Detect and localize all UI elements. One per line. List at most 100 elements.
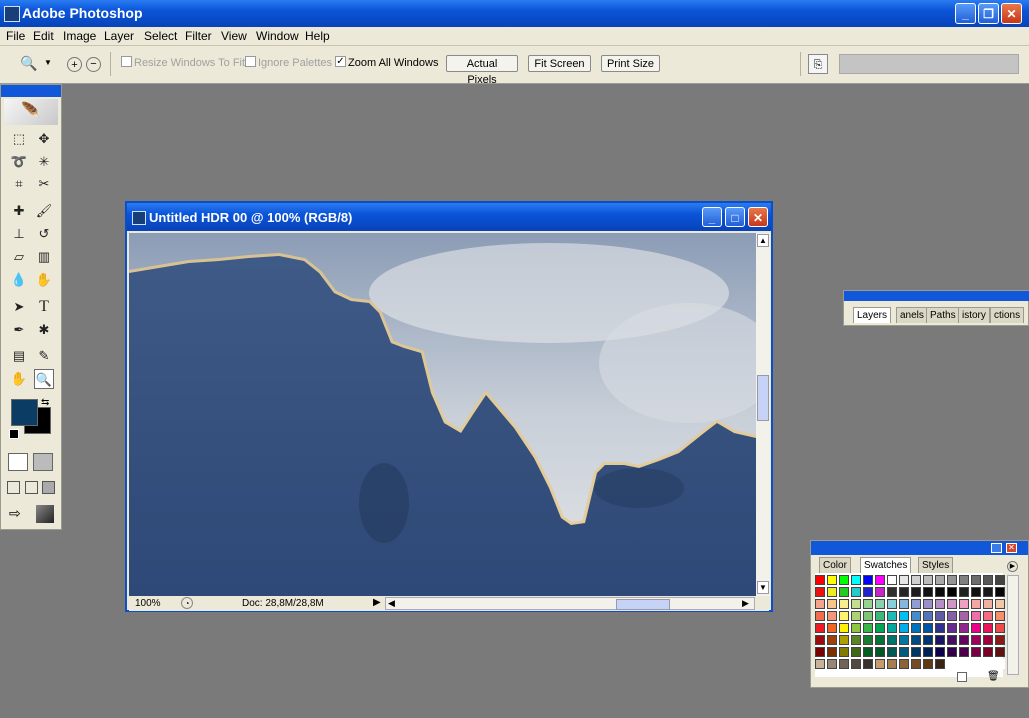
color-swatch[interactable] — [971, 599, 981, 609]
vertical-scroll-thumb[interactable] — [757, 375, 769, 421]
minimize-button[interactable]: _ — [955, 3, 976, 24]
color-swatch[interactable] — [863, 635, 873, 645]
color-swatch[interactable] — [971, 611, 981, 621]
color-swatch[interactable] — [971, 647, 981, 657]
menu-filter[interactable]: Filter — [185, 29, 212, 43]
swap-colors-icon[interactable]: ⇆ — [41, 397, 49, 408]
feather-logo-icon[interactable]: 🪶 — [4, 99, 58, 125]
menu-window[interactable]: Window — [256, 29, 299, 43]
chevron-down-icon[interactable]: ▼ — [44, 58, 52, 67]
color-swatch[interactable] — [827, 587, 837, 597]
blur-tool-icon[interactable]: 💧 — [9, 270, 29, 290]
menu-select[interactable]: Select — [144, 29, 177, 43]
file-browser-icon[interactable]: ⎘ — [808, 54, 828, 74]
color-swatch[interactable] — [935, 647, 945, 657]
zoom-tool-preset-icon[interactable]: 🔍 — [20, 55, 37, 72]
color-swatch[interactable] — [839, 575, 849, 585]
color-swatch[interactable] — [851, 659, 861, 669]
color-swatch[interactable] — [851, 611, 861, 621]
scroll-down-icon[interactable]: ▼ — [757, 581, 769, 594]
layers-palette-title-bar[interactable] — [844, 291, 1029, 301]
color-swatch[interactable] — [983, 599, 993, 609]
color-swatch[interactable] — [899, 623, 909, 633]
magic-wand-tool-icon[interactable]: ✳ — [34, 152, 54, 172]
color-swatch[interactable] — [887, 623, 897, 633]
default-colors-icon[interactable] — [9, 429, 19, 439]
marquee-tool-icon[interactable]: ⬚ — [9, 129, 29, 149]
color-swatch[interactable] — [995, 587, 1005, 597]
quick-mask-mode-icon[interactable] — [33, 453, 53, 471]
move-tool-icon[interactable]: ✥ — [34, 129, 54, 149]
color-swatch[interactable] — [923, 635, 933, 645]
color-swatch[interactable] — [947, 575, 957, 585]
custom-shape-tool-icon[interactable]: ✱ — [34, 320, 54, 340]
menu-image[interactable]: Image — [63, 29, 96, 43]
jump-to-imageready-icon[interactable]: ⇨ — [9, 505, 21, 522]
color-swatch[interactable] — [827, 575, 837, 585]
ignore-palettes-checkbox[interactable] — [245, 56, 256, 67]
color-swatch[interactable] — [911, 623, 921, 633]
color-swatch[interactable] — [923, 599, 933, 609]
color-swatch[interactable] — [875, 611, 885, 621]
tab-styles[interactable]: Styles — [918, 557, 954, 573]
color-swatch[interactable] — [971, 587, 981, 597]
color-swatch[interactable] — [983, 659, 993, 669]
color-swatch[interactable] — [875, 587, 885, 597]
color-swatch[interactable] — [995, 599, 1005, 609]
color-swatch[interactable] — [947, 587, 957, 597]
color-swatch[interactable] — [935, 599, 945, 609]
color-swatch[interactable] — [947, 647, 957, 657]
menu-layer[interactable]: Layer — [104, 29, 134, 43]
color-swatch[interactable] — [923, 587, 933, 597]
slice-tool-icon[interactable]: ✂ — [34, 174, 54, 194]
color-swatch[interactable] — [863, 599, 873, 609]
horizontal-scrollbar[interactable]: ◀ ▶ — [385, 597, 755, 610]
color-swatch[interactable] — [815, 587, 825, 597]
swatches-palette-title-bar[interactable]: ✕ — [811, 541, 1028, 555]
color-swatch[interactable] — [863, 611, 873, 621]
color-swatch[interactable] — [911, 611, 921, 621]
color-swatch[interactable] — [827, 611, 837, 621]
color-swatch[interactable] — [923, 575, 933, 585]
color-swatch[interactable] — [815, 647, 825, 657]
color-swatch[interactable] — [971, 659, 981, 669]
color-swatch[interactable] — [995, 611, 1005, 621]
color-swatch[interactable] — [971, 575, 981, 585]
eyedropper-tool-icon[interactable]: ✎ — [34, 346, 54, 366]
color-swatch[interactable] — [875, 575, 885, 585]
tab-channels[interactable]: anels — [896, 307, 928, 323]
color-swatch[interactable] — [839, 623, 849, 633]
color-swatch[interactable] — [959, 599, 969, 609]
brush-tool-icon[interactable]: 🖌 — [34, 201, 54, 221]
color-swatch[interactable] — [827, 623, 837, 633]
color-swatch[interactable] — [851, 587, 861, 597]
full-screen-menu-mode-icon[interactable] — [25, 481, 38, 494]
color-swatch[interactable] — [935, 659, 945, 669]
color-swatch[interactable] — [815, 635, 825, 645]
color-swatch[interactable] — [887, 635, 897, 645]
color-swatch[interactable] — [887, 647, 897, 657]
color-swatch[interactable] — [959, 611, 969, 621]
swatches-scrollbar[interactable] — [1007, 575, 1019, 675]
scroll-up-icon[interactable]: ▲ — [757, 234, 769, 247]
clone-stamp-tool-icon[interactable]: ⊥ — [9, 224, 29, 244]
menu-help[interactable]: Help — [305, 29, 330, 43]
tab-paths[interactable]: Paths — [926, 307, 960, 323]
color-swatch[interactable] — [983, 647, 993, 657]
tab-color[interactable]: Color — [819, 557, 851, 573]
palette-well[interactable] — [839, 54, 1019, 74]
color-swatch[interactable] — [899, 587, 909, 597]
tab-swatches[interactable]: Swatches — [860, 557, 912, 573]
vertical-scrollbar[interactable]: ▲ ▼ — [756, 233, 770, 596]
close-button[interactable]: ✕ — [1001, 3, 1022, 24]
color-swatch[interactable] — [887, 587, 897, 597]
color-swatch[interactable] — [971, 623, 981, 633]
standard-mode-icon[interactable] — [8, 453, 28, 471]
color-swatch[interactable] — [875, 599, 885, 609]
swatch-grid[interactable] — [815, 573, 1005, 677]
color-swatch[interactable] — [899, 575, 909, 585]
color-swatch[interactable] — [911, 647, 921, 657]
color-swatch[interactable] — [875, 635, 885, 645]
palette-menu-icon[interactable]: ▶ — [1007, 561, 1018, 572]
color-swatch[interactable] — [911, 635, 921, 645]
